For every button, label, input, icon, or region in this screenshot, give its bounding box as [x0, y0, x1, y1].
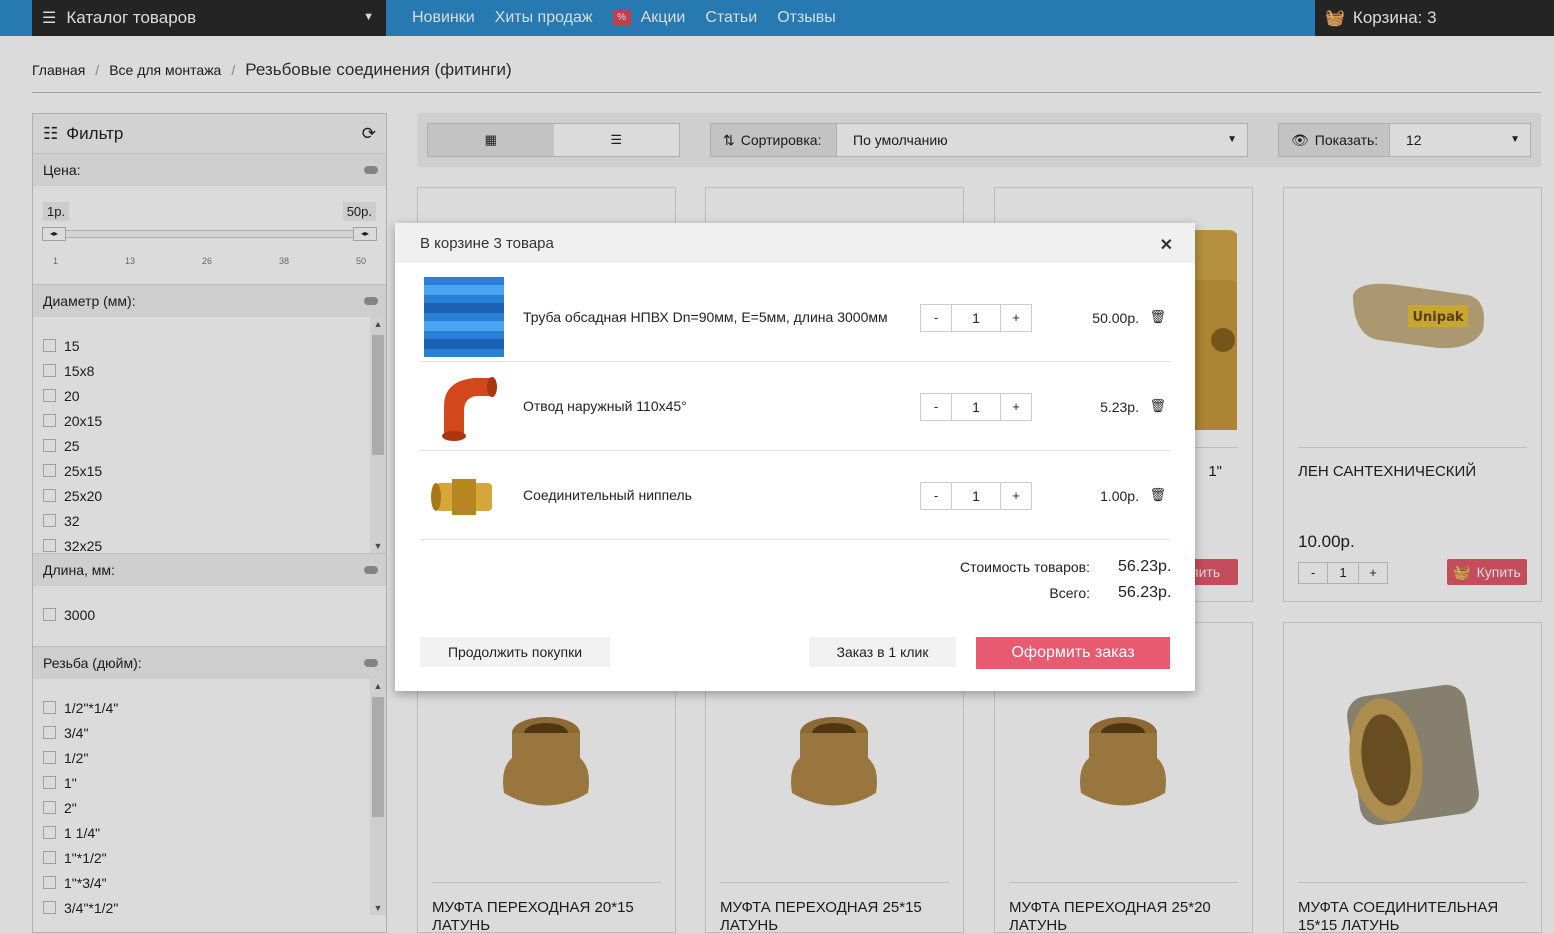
cart-modal: В корзине 3 товара ✕ Труба обсадная НПВХ…: [395, 223, 1195, 691]
checkout-button[interactable]: Оформить заказ: [976, 637, 1170, 669]
elbow-image: [442, 377, 497, 441]
cart-item-name[interactable]: Отвод наружный 110х45°: [523, 398, 687, 414]
qty-minus-button[interactable]: -: [921, 394, 951, 420]
cart-item-name[interactable]: Соединительный ниппель: [523, 487, 692, 503]
qty-value[interactable]: 1: [951, 483, 1001, 509]
nipple-image: [431, 479, 492, 515]
total-label: Всего:: [1049, 585, 1090, 601]
modal-header: В корзине 3 товара ✕: [395, 223, 1195, 263]
pipe-image: [424, 277, 504, 357]
subtotal-row: Стоимость товаров: 56.23р.: [960, 558, 1172, 576]
cart-item-price: 5.23р.: [1100, 399, 1139, 415]
qty-minus-button[interactable]: -: [921, 483, 951, 509]
one-click-order-button[interactable]: Заказ в 1 клик: [809, 637, 956, 667]
trash-icon[interactable]: 🗑: [1149, 309, 1166, 325]
cart-item: Труба обсадная НПВХ Dn=90мм, E=5мм, длин…: [420, 273, 1170, 362]
quantity-stepper[interactable]: - 1 +: [920, 304, 1032, 332]
close-icon[interactable]: ✕: [1160, 235, 1173, 255]
cart-item: Отвод наружный 110х45° - 1 + 5.23р. 🗑: [420, 362, 1170, 451]
trash-icon[interactable]: 🗑: [1149, 398, 1166, 414]
total-value: 56.23р.: [1118, 584, 1172, 601]
subtotal-label: Стоимость товаров:: [960, 559, 1090, 575]
quantity-stepper[interactable]: - 1 +: [920, 393, 1032, 421]
qty-plus-button[interactable]: +: [1001, 305, 1031, 331]
modal-title: В корзине 3 товара: [420, 234, 554, 252]
cart-item-price: 1.00р.: [1100, 488, 1139, 504]
cart-item: Соединительный ниппель - 1 + 1.00р. 🗑: [420, 451, 1170, 540]
qty-plus-button[interactable]: +: [1001, 483, 1031, 509]
cart-item-name[interactable]: Труба обсадная НПВХ Dn=90мм, E=5мм, длин…: [523, 309, 888, 325]
total-row: Всего: 56.23р.: [1049, 584, 1172, 602]
qty-value[interactable]: 1: [951, 394, 1001, 420]
subtotal-value: 56.23р.: [1118, 558, 1172, 575]
qty-minus-button[interactable]: -: [921, 305, 951, 331]
continue-shopping-button[interactable]: Продолжить покупки: [420, 637, 610, 667]
trash-icon[interactable]: 🗑: [1149, 487, 1166, 503]
qty-plus-button[interactable]: +: [1001, 394, 1031, 420]
qty-value[interactable]: 1: [951, 305, 1001, 331]
quantity-stepper[interactable]: - 1 +: [920, 482, 1032, 510]
cart-item-price: 50.00р.: [1092, 310, 1139, 326]
